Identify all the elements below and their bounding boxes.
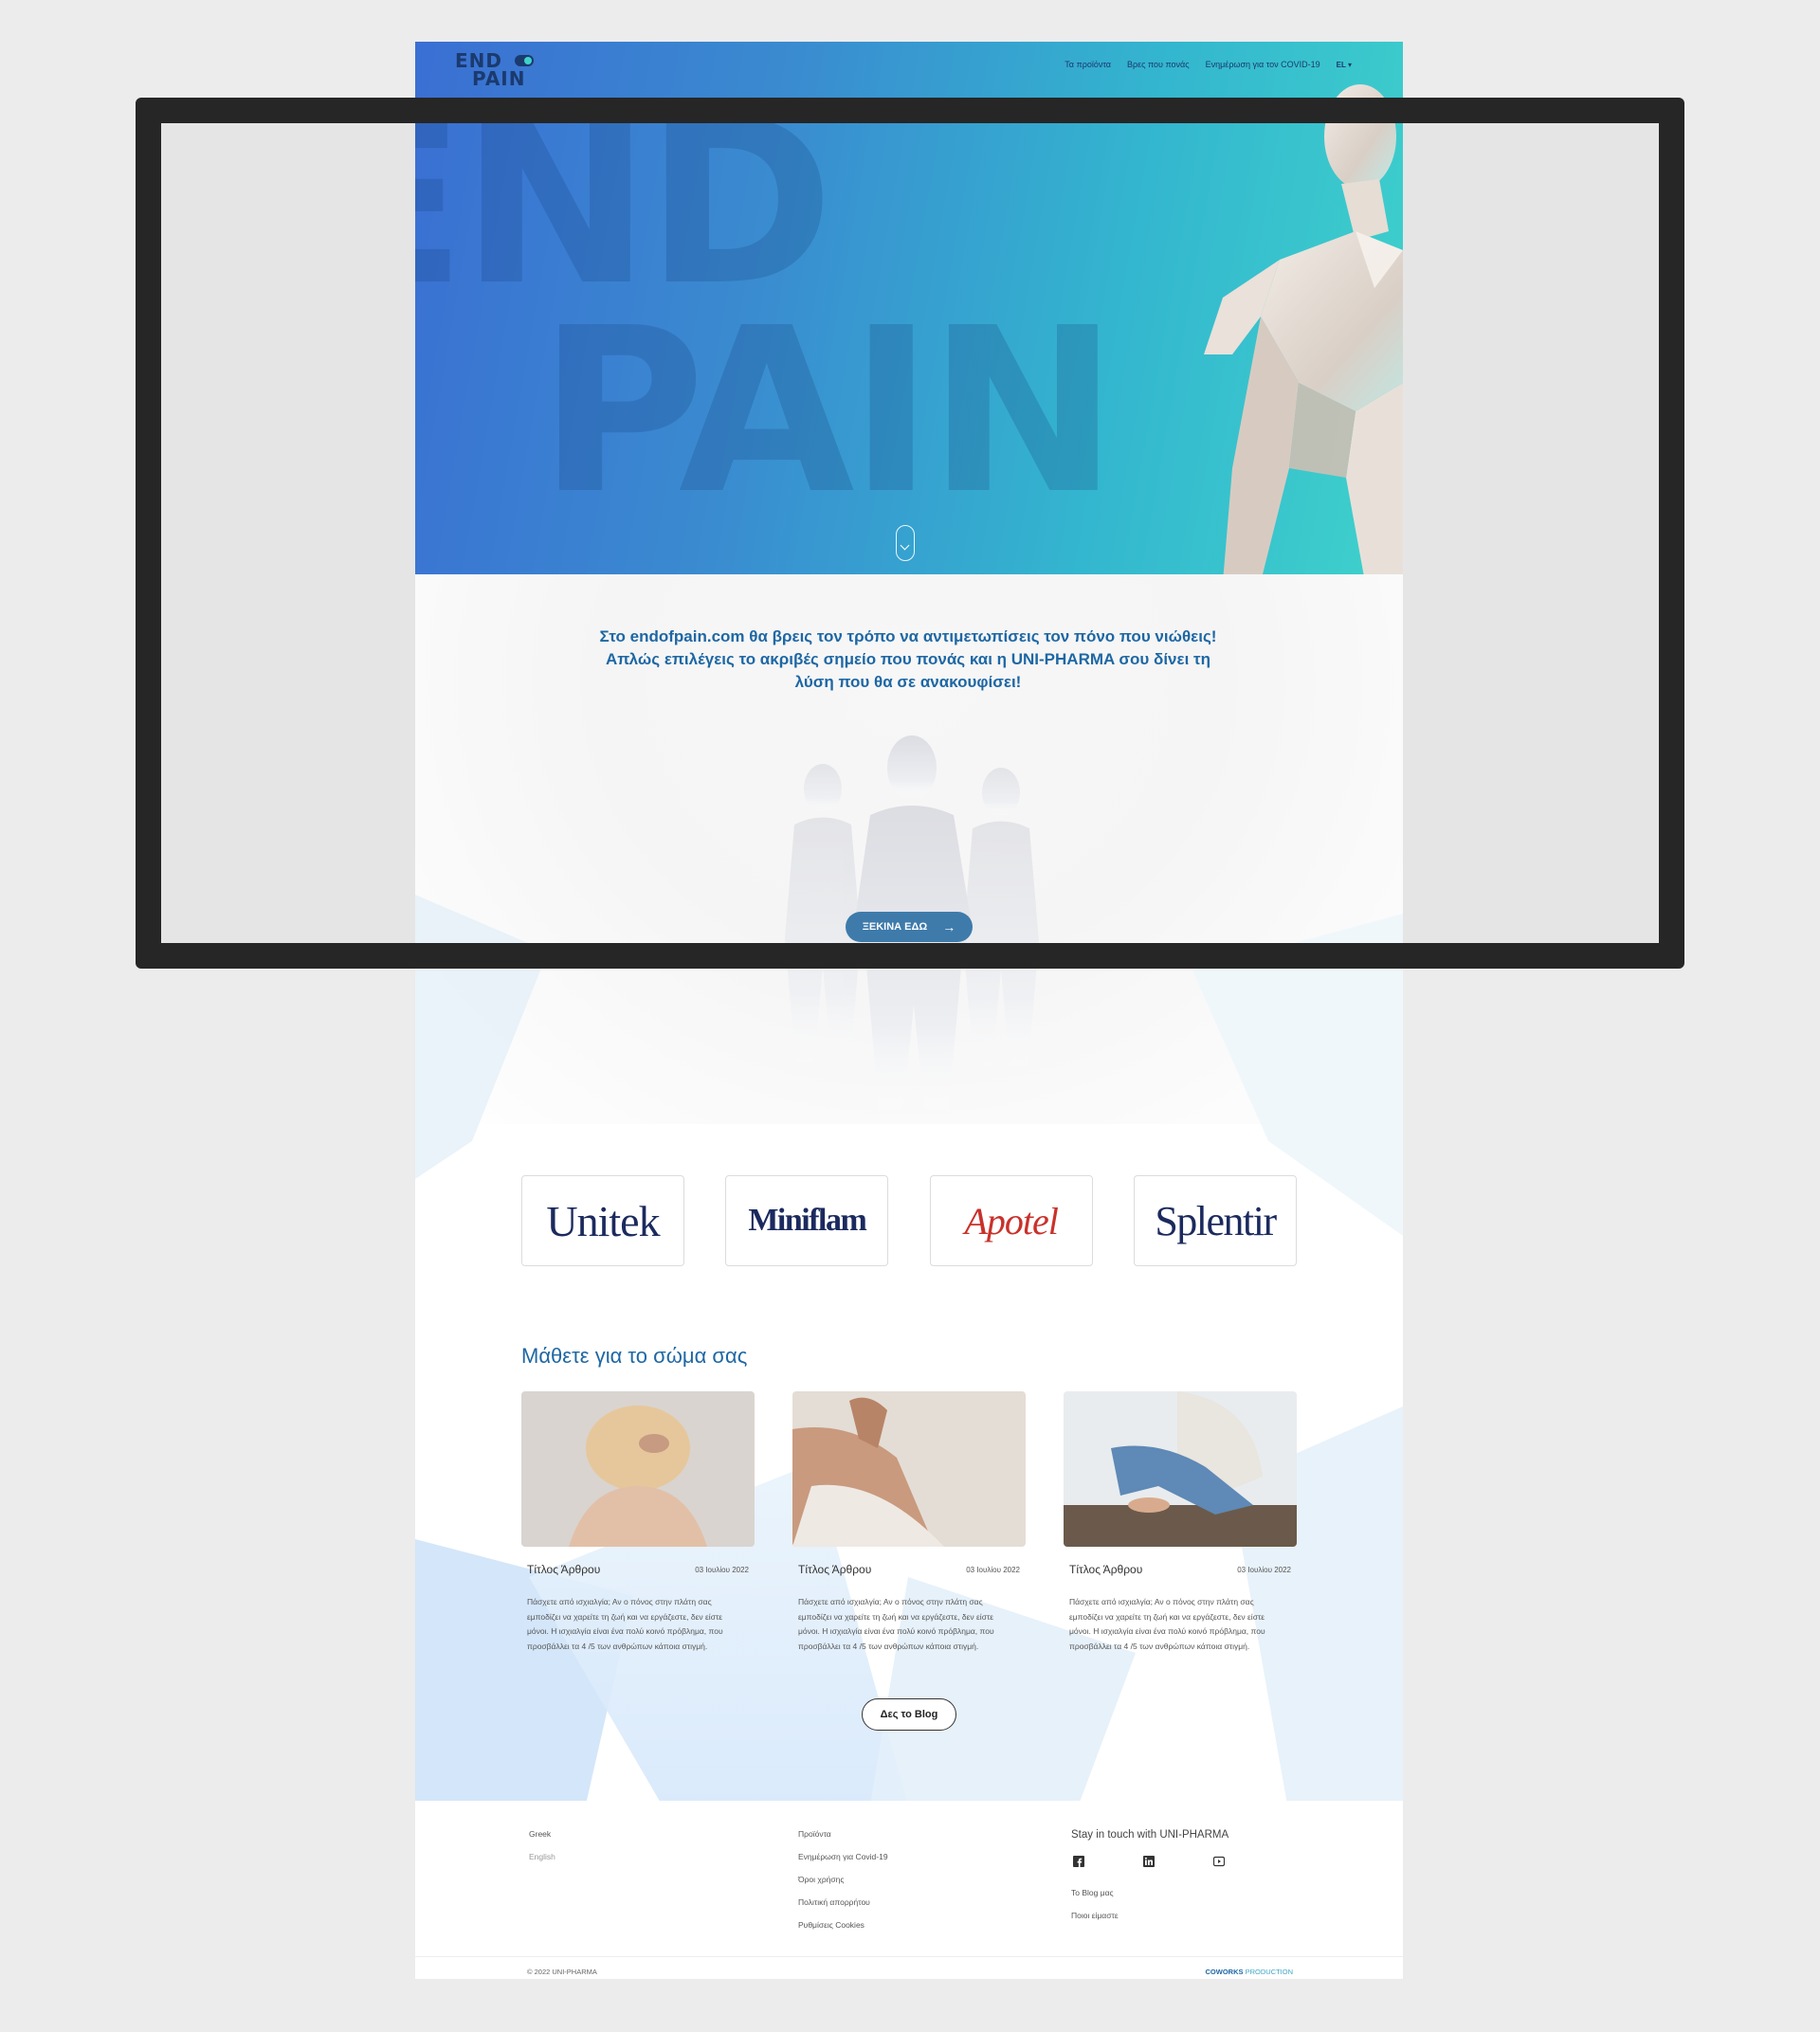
brand-logos-row: Unitek Miniflam Apotel Splentir [521,1175,1297,1266]
facebook-icon[interactable] [1073,1856,1084,1867]
nav-link-products[interactable]: Τα προϊόντα [1065,60,1111,69]
blog-card[interactable]: Τίτλος Άρθρου 03 Ιουλίου 2022 Πάσχετε απ… [1064,1391,1297,1654]
arrow-right-icon: → [942,919,956,934]
footer-link-cookies[interactable]: Ρυθμίσεις Cookies [798,1920,888,1930]
see-blog-button[interactable]: Δες το Blog [862,1698,956,1731]
logo-line-pain: PAIN [472,67,526,90]
splentir-logo: Splentir [1155,1197,1277,1244]
miniflam-logo: Miniflam [748,1203,866,1238]
article-title[interactable]: Τίτλος Άρθρου [527,1563,600,1576]
monitor-screen-left-margin [161,123,415,943]
language-selector[interactable]: EL ▾ [1337,61,1352,69]
article-date: 03 Ιουλίου 2022 [1237,1565,1291,1574]
footer-link-privacy[interactable]: Πολιτική απορρήτου [798,1897,888,1907]
linkedin-icon[interactable] [1143,1856,1155,1867]
footer-link-covid[interactable]: Ενημέρωση για Covid-19 [798,1852,888,1861]
youtube-icon[interactable] [1213,1856,1225,1867]
footer-link-terms[interactable]: Όροι χρήσης [798,1875,888,1884]
brand-card-unitek[interactable]: Unitek [521,1175,684,1266]
article-excerpt: Πάσχετε από ισχιαλγία; Αν ο πόνος στην π… [798,1597,994,1651]
footer-contact: Stay in touch with UNI-PHARMA Το Blog μα… [1071,1829,1228,1933]
article-title[interactable]: Τίτλος Άρθρου [1069,1563,1142,1576]
blog-section-title: Μάθετε για το σώμα σας [521,1344,748,1368]
article-date: 03 Ιουλίου 2022 [966,1565,1020,1574]
nav-link-find-pain[interactable]: Βρες που πονάς [1127,60,1190,69]
footer-lang-english[interactable]: English [529,1852,555,1861]
article-image-leg-pain [1064,1391,1297,1547]
scroll-down-indicator[interactable] [896,525,915,561]
social-links [1071,1856,1228,1867]
article-image-shoulder-pain [792,1391,1026,1547]
stay-in-touch-heading: Stay in touch with UNI-PHARMA [1071,1829,1229,1841]
unitek-logo: Unitek [546,1196,660,1245]
article-image-neck-pain [521,1391,755,1547]
article-excerpt: Πάσχετε από ισχιαλγία; Αν ο πόνος στην π… [1069,1597,1265,1651]
nav-link-covid[interactable]: Ενημέρωση για τον COVID-19 [1206,60,1320,69]
apotel-logo: Apotel [964,1199,1058,1243]
brand-card-splentir[interactable]: Splentir [1133,1175,1297,1266]
website-page: END PAIN END PAIN [415,42,1403,1979]
footer-lang-greek[interactable]: Greek [529,1829,555,1839]
nav-links: Τα προϊόντα Βρες που πονάς Ενημέρωση για… [1065,60,1352,69]
brand-card-miniflam[interactable]: Miniflam [725,1175,889,1266]
chevron-down-icon [900,540,910,551]
blog-card[interactable]: Τίτλος Άρθρου 03 Ιουλίου 2022 Πάσχετε απ… [521,1391,755,1654]
footer-links: Προϊόντα Ενημέρωση για Covid-19 Όροι χρή… [798,1829,888,1943]
endofpain-logo[interactable]: END PAIN [455,49,546,89]
credit-rest: PRODUCTION [1243,1968,1293,1976]
credit-strong: COWORKS [1205,1968,1244,1976]
hero-banner: END PAIN END PAIN [415,42,1403,574]
top-navigation: END PAIN Τα προϊόντα Βρες που πονάς Ενημ… [415,42,1403,99]
article-date: 03 Ιουλίου 2022 [695,1565,749,1574]
blog-card[interactable]: Τίτλος Άρθρου 03 Ιουλίου 2022 Πάσχετε απ… [792,1391,1026,1654]
site-footer: Greek English Προϊόντα Ενημέρωση για Cov… [415,1801,1403,1979]
footer-link-blog[interactable]: Το Blog μας [1071,1888,1228,1897]
start-here-button[interactable]: ΞΕΚΙΝΑ ΕΔΩ → [846,912,973,942]
logo-pill-icon [515,55,534,66]
blog-cards: Τίτλος Άρθρου 03 Ιουλίου 2022 Πάσχετε απ… [521,1391,1297,1654]
article-title[interactable]: Τίτλος Άρθρου [798,1563,871,1576]
low-poly-figure-illustration [1204,84,1403,574]
monitor-screen-right-margin [1403,123,1659,943]
intro-description: Στο endofpain.com θα βρεις τον τρόπο να … [599,627,1217,691]
article-excerpt: Πάσχετε από ισχιαλγία; Αν ο πόνος στην π… [527,1597,723,1651]
footer-link-products[interactable]: Προϊόντα [798,1829,888,1839]
footer-divider [415,1956,1403,1957]
footer-languages: Greek English [529,1829,555,1875]
copyright-text: © 2022 UNI-PHARMA [527,1968,597,1976]
hero-watermark-pain: PAIN [538,279,1119,544]
start-here-label: ΞΕΚΙΝΑ ΕΔΩ [862,921,928,933]
footer-link-about[interactable]: Ποιοι είμαστε [1071,1911,1228,1920]
coworks-credit[interactable]: COWORKS PRODUCTION [1206,1968,1294,1976]
brand-card-apotel[interactable]: Apotel [929,1175,1093,1266]
